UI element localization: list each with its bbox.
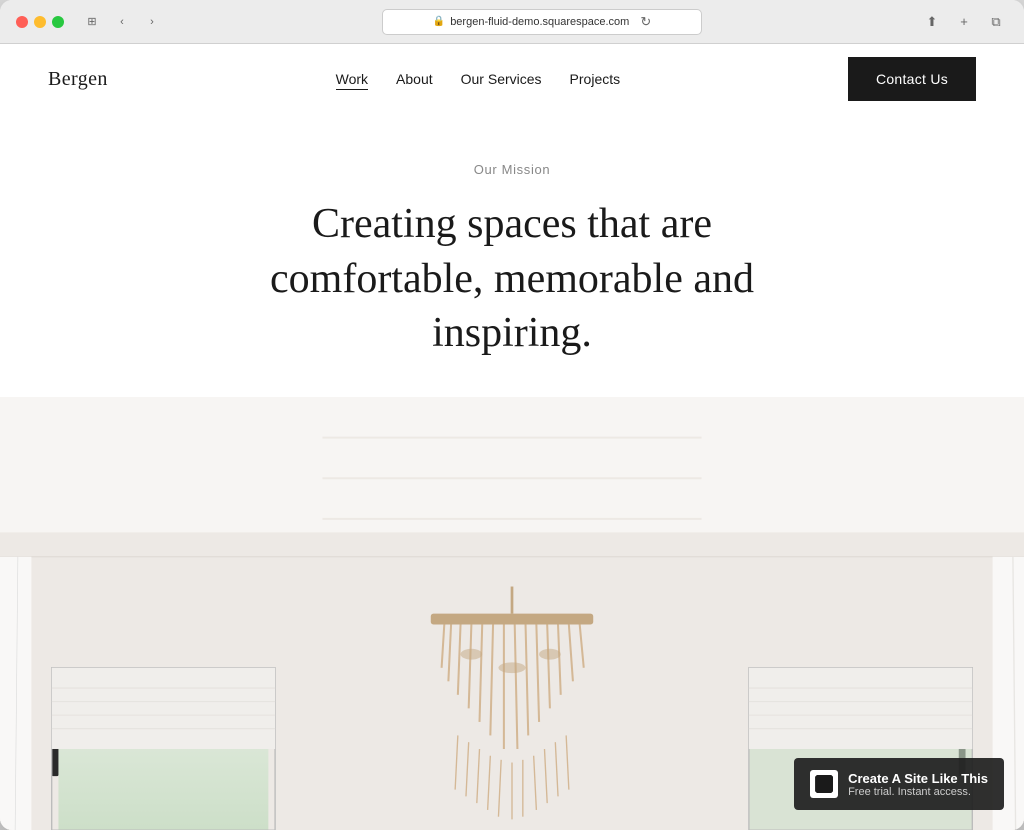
nav-link-projects[interactable]: Projects: [570, 71, 621, 87]
tabs-button[interactable]: ⧉: [984, 13, 1008, 31]
close-button[interactable]: [16, 16, 28, 28]
image-section: Create A Site Like This Free trial. Inst…: [0, 397, 1024, 830]
hero-section: Our Mission Creating spaces that are com…: [0, 114, 1024, 397]
browser-content: Bergen Work About Our Services Projects …: [0, 44, 1024, 830]
fullscreen-button[interactable]: [52, 16, 64, 28]
nav-link-about[interactable]: About: [396, 71, 433, 87]
squarespace-logo-icon: [815, 775, 833, 793]
hero-headline: Creating spaces that are comfortable, me…: [212, 197, 812, 361]
nav-link-services[interactable]: Our Services: [461, 71, 542, 87]
url-input[interactable]: 🔒 bergen-fluid-demo.squarespace.com ↻: [382, 9, 702, 35]
nav-links: Work About Our Services Projects: [336, 71, 621, 87]
address-bar: 🔒 bergen-fluid-demo.squarespace.com ↻: [172, 9, 912, 35]
nav-controls: ⊞ ‹ ›: [80, 13, 164, 31]
mission-label: Our Mission: [474, 162, 551, 177]
squarespace-banner-subtitle: Free trial. Instant access.: [848, 786, 988, 798]
share-button[interactable]: ⬆: [920, 13, 944, 31]
forward-button[interactable]: ›: [140, 13, 164, 31]
minimize-button[interactable]: [34, 16, 46, 28]
traffic-lights: [16, 16, 64, 28]
squarespace-banner[interactable]: Create A Site Like This Free trial. Inst…: [794, 758, 1004, 810]
site-navbar: Bergen Work About Our Services Projects …: [0, 44, 1024, 114]
nav-link-work[interactable]: Work: [336, 71, 368, 87]
squarespace-banner-text: Create A Site Like This Free trial. Inst…: [848, 771, 988, 798]
mac-window: ⊞ ‹ › 🔒 bergen-fluid-demo.squarespace.co…: [0, 0, 1024, 830]
title-bar-actions: ⬆ + ⧉: [920, 13, 1008, 31]
title-bar: ⊞ ‹ › 🔒 bergen-fluid-demo.squarespace.co…: [0, 0, 1024, 44]
squarespace-logo: [810, 770, 838, 798]
url-text: bergen-fluid-demo.squarespace.com: [450, 16, 629, 28]
contact-us-button[interactable]: Contact Us: [848, 57, 976, 101]
reload-button[interactable]: ↻: [640, 14, 651, 30]
sidebar-toggle-button[interactable]: ⊞: [80, 13, 104, 31]
new-tab-button[interactable]: +: [952, 13, 976, 31]
lock-icon: 🔒: [433, 16, 445, 27]
back-button[interactable]: ‹: [110, 13, 134, 31]
squarespace-banner-title: Create A Site Like This: [848, 771, 988, 786]
site-logo[interactable]: Bergen: [48, 68, 108, 91]
